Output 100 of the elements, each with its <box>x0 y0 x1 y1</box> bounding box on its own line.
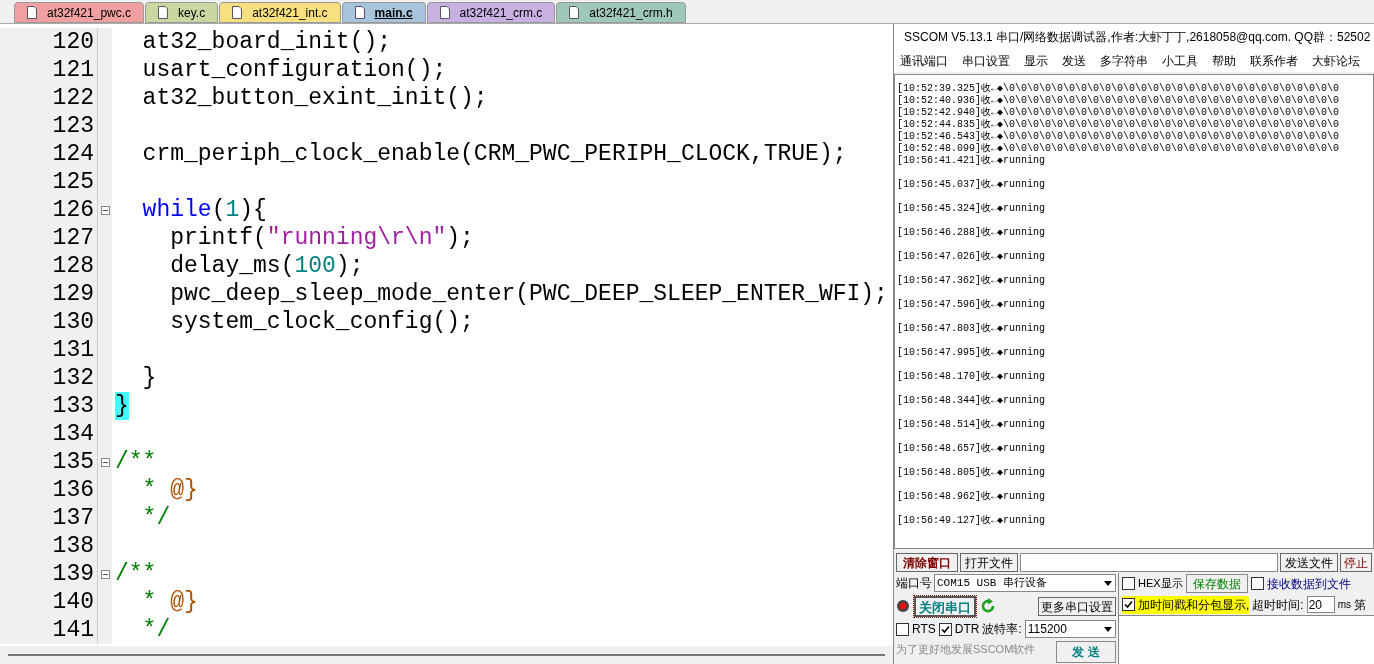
menu-item[interactable]: 串口设置 <box>962 52 1010 70</box>
port-label: 端口号 <box>896 575 932 592</box>
code-token: pwc_deep_sleep_mode_enter(PWC_DEEP_SLEEP_ENTER_WFI); <box>169 280 888 308</box>
checkbox[interactable] <box>1250 577 1264 590</box>
file-tab[interactable]: at32f421_pwc.c <box>14 2 145 23</box>
timeout-field[interactable]: 20 <box>1306 596 1335 613</box>
line-number: 138 <box>0 532 97 560</box>
line-number: 134 <box>0 420 97 448</box>
log-line: [10:56:41.421]收←◆running <box>897 155 1046 167</box>
log-line: [10:56:48.657]收←◆running <box>897 443 1046 455</box>
timestamp-label: 加时间戳和分包显示, <box>1138 596 1250 614</box>
code-token: /** <box>115 560 157 588</box>
log-line: [10:56:46.288]收←◆running <box>897 227 1046 239</box>
clear-window-button[interactable]: 清除窗口 <box>896 552 958 572</box>
log-line: [10:56:45.324]收←◆running <box>897 203 1046 215</box>
code-token: "running\r\n" <box>266 224 447 252</box>
menu-item[interactable]: 大虾论坛 <box>1312 52 1360 70</box>
baud-select[interactable]: 115200 <box>1024 620 1116 638</box>
open-file-button[interactable]: 打开文件 <box>960 552 1018 572</box>
log-line: [10:56:47.995]收←◆running <box>897 347 1046 359</box>
line-number: 140 <box>0 588 97 616</box>
send-button[interactable]: 发 送 <box>1056 641 1116 663</box>
checkbox[interactable] <box>896 622 909 636</box>
check-icon <box>940 624 950 634</box>
code-token: printf( <box>169 224 267 252</box>
log-line: [10:56:45.037]收←◆running <box>897 179 1046 191</box>
log-line: [10:56:47.803]收←◆running <box>897 323 1046 335</box>
line-number: 120 <box>0 28 97 56</box>
file-tab[interactable]: at32f421_crm.c <box>426 2 556 23</box>
line-number: 139 <box>0 560 97 588</box>
menu-item[interactable]: 联系作者 <box>1250 52 1298 70</box>
send-file-button[interactable]: 发送文件 <box>1280 552 1338 572</box>
collapse-icon[interactable] <box>100 205 110 215</box>
check-icon <box>1124 600 1133 609</box>
baud-label: 波特率: <box>982 621 1022 638</box>
code-token: @} <box>170 588 198 616</box>
log-line: [10:56:47.026]收←◆running <box>897 251 1046 263</box>
log-line: [10:56:48.344]收←◆running <box>897 395 1046 407</box>
line-number: 129 <box>0 280 97 308</box>
code-token: crm_periph_clock_enable(CRM_PWC_PERIPH_CLOCK,TRUE); <box>141 140 847 168</box>
line-number: 122 <box>0 84 97 112</box>
menu-item[interactable]: 帮助 <box>1212 52 1236 70</box>
collapse-icon[interactable] <box>100 569 110 579</box>
timeout-label: 超时时间: <box>1252 596 1304 614</box>
code-token: 1 <box>225 196 240 224</box>
log-line: [10:52:39.325]收←◆\0\0\0\0\0\0\0\0\0\0\0\0\0\0\0\0\0\0\0\0\0\0\0\0\0\0\0\0 <box>897 83 1340 95</box>
dropdown-icon <box>1104 580 1112 586</box>
file-tab[interactable]: at32f421_int.c <box>219 2 341 23</box>
menu-item[interactable]: 小工具 <box>1162 52 1198 70</box>
menu-item[interactable]: 通讯端口 <box>900 52 948 70</box>
code-token: at32_button_exint_init(); <box>141 84 488 112</box>
horizontal-scrollbar[interactable] <box>8 654 885 656</box>
file-tab[interactable]: key.c <box>145 2 219 23</box>
file-icon <box>232 6 243 19</box>
checkbox[interactable] <box>1122 598 1135 611</box>
log-line: [10:56:48.805]收←◆running <box>897 467 1046 479</box>
log-line: [10:56:48.962]收←◆running <box>897 491 1046 503</box>
log-line: [10:52:42.940]收←◆\0\0\0\0\0\0\0\0\0\0\0\0\0\0\0\0\0\0\0\0\0\0\0\0\0\0\0\0 <box>897 107 1340 119</box>
code-token: @} <box>170 476 198 504</box>
code-token: * <box>141 588 158 616</box>
menu-item[interactable]: 显示 <box>1024 52 1048 70</box>
log-line: [10:56:48.170]收←◆running <box>897 371 1046 383</box>
file-icon <box>158 6 169 19</box>
line-number: 132 <box>0 364 97 392</box>
code-token: at32_board_init(); <box>141 28 392 56</box>
line-number: 133 <box>0 392 97 420</box>
collapse-icon[interactable] <box>100 457 110 467</box>
line-number: 123 <box>0 112 97 140</box>
refresh-icon[interactable] <box>980 598 996 614</box>
file-path-field[interactable] <box>1020 552 1278 572</box>
menu-item[interactable]: 多字符串 <box>1100 52 1148 70</box>
file-tab[interactable]: main.c <box>341 2 426 23</box>
stop-button[interactable]: 停止 <box>1340 552 1372 572</box>
file-icon <box>439 6 450 19</box>
option-label: 第 <box>1354 596 1367 614</box>
code-token: } <box>141 364 157 392</box>
line-number: 124 <box>0 140 97 168</box>
checkbox[interactable] <box>1122 577 1135 590</box>
log-line: [10:52:46.543]收←◆\0\0\0\0\0\0\0\0\0\0\0\0\0\0\0\0\0\0\0\0\0\0\0\0\0\0\0\0 <box>897 131 1340 143</box>
file-tab[interactable]: at32f421_crm.h <box>556 2 686 23</box>
close-port-button[interactable]: 关闭串口 <box>914 595 976 617</box>
checkbox[interactable] <box>938 622 952 636</box>
port-select[interactable]: COM15 USB 串行设备 <box>934 574 1116 592</box>
dtr-label: DTR <box>954 621 980 638</box>
save-data-button[interactable]: 保存数据 <box>1185 574 1248 593</box>
more-settings-button[interactable]: 更多串口设置 <box>1038 596 1116 616</box>
code-token: while <box>141 196 212 224</box>
log-line: [10:52:40.936]收←◆\0\0\0\0\0\0\0\0\0\0\0\0\0\0\0\0\0\0\0\0\0\0\0\0\0\0\0\0 <box>897 95 1340 107</box>
code-token: */ <box>141 616 171 644</box>
line-number: 137 <box>0 504 97 532</box>
promo-text: 为了更好地发展SSCOM软件 <box>896 642 1036 657</box>
line-number: 131 <box>0 336 97 364</box>
log-line: [10:56:49.127]收←◆running <box>897 515 1046 527</box>
file-icon <box>569 6 580 19</box>
line-number: 127 <box>0 224 97 252</box>
unit-label: ms <box>1337 598 1352 612</box>
line-number: 130 <box>0 308 97 336</box>
file-icon <box>27 6 37 19</box>
menu-item[interactable]: 发送 <box>1062 52 1086 70</box>
code-token: ( <box>211 196 226 224</box>
